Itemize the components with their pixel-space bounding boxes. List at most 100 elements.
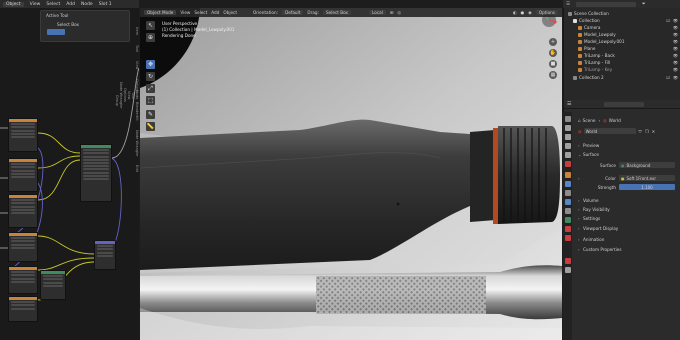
image-texture-node[interactable]	[8, 296, 38, 322]
vp-menu-add[interactable]: Add	[211, 10, 219, 15]
shield-icon[interactable]: ⛉	[639, 129, 642, 134]
outliner-item-collection-2[interactable]: Collection 2 ☑ 👁	[564, 74, 680, 81]
section-viewport-display[interactable]: › Viewport Display	[578, 224, 678, 232]
pan-button[interactable]: ✋	[549, 49, 557, 57]
select-tool-button[interactable]: ↖	[146, 21, 155, 30]
node-menu-view[interactable]: View	[30, 2, 41, 7]
measure-tool-button[interactable]: 📏	[146, 122, 155, 131]
outliner-item-plane[interactable]: Plane 👁	[564, 45, 680, 52]
properties-search-input[interactable]	[604, 102, 644, 107]
texture-tab-icon[interactable]	[564, 235, 571, 241]
eye-icon[interactable]: 👁	[673, 46, 678, 51]
vp-menu-select[interactable]: Select	[194, 10, 207, 15]
vp-tab-edit[interactable]: Edit	[135, 166, 139, 173]
breadcrumb-scene[interactable]: Scene	[583, 118, 596, 123]
modifier-tab-icon[interactable]	[564, 181, 571, 187]
move-tool-button[interactable]: ✥	[146, 60, 155, 69]
close-icon[interactable]: ✕	[652, 129, 656, 134]
orientation-dropdown[interactable]: Default	[282, 10, 304, 15]
node-menu-node[interactable]: Node	[81, 2, 93, 7]
transform-tool-button[interactable]: ⬚	[146, 96, 155, 105]
scene-tab-icon[interactable]	[564, 152, 571, 158]
checkbox-icon[interactable]: ☑	[666, 18, 670, 23]
section-preview[interactable]: › Preview	[578, 141, 678, 149]
strength-field[interactable]: 1.100	[619, 184, 675, 190]
drag-dropdown[interactable]: Select Box	[322, 10, 352, 15]
object-mode-dropdown[interactable]: Object Mode	[144, 10, 177, 15]
image-texture-node[interactable]	[8, 158, 38, 192]
shading-solid-icon[interactable]: ●	[521, 10, 525, 15]
color-texture-field[interactable]: ● Soft 1Front.exr	[619, 175, 675, 181]
options-dropdown[interactable]: Options	[535, 10, 558, 15]
section-ray-visibility[interactable]: › Ray Visibility	[578, 205, 678, 213]
eye-icon[interactable]: 👁	[673, 39, 678, 44]
snap-icon[interactable]: ⊞	[390, 10, 394, 15]
vp-menu-object[interactable]: Object	[223, 10, 237, 15]
view-layer-tab-icon[interactable]	[564, 143, 571, 149]
cursor-tool-button[interactable]: ⊕	[146, 33, 155, 42]
surface-shader-field[interactable]: ● Background	[619, 162, 675, 168]
section-volume[interactable]: › Volume	[578, 196, 678, 204]
vp-tab-node-wrangler[interactable]: Node Wrangler	[135, 130, 139, 157]
eye-icon[interactable]: 👁	[673, 18, 678, 23]
annotate-tool-button[interactable]: ✎	[146, 110, 155, 119]
eye-icon[interactable]: 👁	[673, 67, 678, 72]
outliner-editor-icon[interactable]: ☰	[566, 2, 570, 7]
physics-tab-icon[interactable]	[564, 199, 571, 205]
particles-tab-icon[interactable]	[564, 190, 571, 196]
world-browse-icon[interactable]: ◍	[578, 129, 582, 134]
3d-viewport[interactable]: User Perspective (1) Collection | Model_…	[140, 8, 562, 340]
outliner-item-trilamp-back[interactable]: TriLamp - Back 👁	[564, 52, 680, 59]
filter-icon[interactable]: ⏷	[642, 1, 646, 7]
breadcrumb-world[interactable]: World	[609, 118, 621, 123]
pivot-dropdown[interactable]: Local	[369, 10, 386, 15]
select-mode-icon[interactable]	[47, 29, 65, 35]
node-menu-add[interactable]: Add	[66, 2, 75, 7]
proportional-icon[interactable]: ◎	[397, 10, 401, 15]
outliner-item-trilamp-fill[interactable]: TriLamp - Fill 👁	[564, 59, 680, 66]
outliner-item-camera[interactable]: Camera 👁	[564, 24, 680, 31]
normal-map-node[interactable]	[94, 240, 116, 270]
image-texture-node[interactable]	[8, 232, 38, 262]
vp-tab-blenderkit[interactable]: BlenderKit	[135, 102, 139, 121]
outliner-item-model-lowpoly-001[interactable]: Model_Lowpoly.001 👁	[564, 38, 680, 45]
node-editor[interactable]: Node Tool View Options Node Wrangler Gro…	[0, 8, 139, 340]
checkbox-icon[interactable]: ☑	[666, 75, 670, 80]
active-tool-title[interactable]: Active Tool	[46, 13, 68, 18]
expand-color-icon[interactable]: ›	[578, 176, 586, 181]
rotate-tool-button[interactable]: ↻	[146, 72, 155, 81]
tool-tab-icon[interactable]	[564, 116, 571, 122]
world-tab-icon[interactable]	[564, 161, 571, 167]
eye-icon[interactable]: 👁	[673, 60, 678, 65]
section-settings[interactable]: › Settings	[578, 214, 678, 222]
render-tab-icon[interactable]	[564, 125, 571, 131]
node-menu-select[interactable]: Select	[46, 2, 60, 7]
vp-tab-options[interactable]: Options	[135, 79, 139, 93]
object-tab-icon[interactable]	[564, 172, 571, 178]
section-surface[interactable]: ⌄ Surface	[578, 150, 678, 158]
outliner-search-input[interactable]	[576, 1, 637, 7]
mix-node[interactable]	[40, 270, 66, 300]
scale-tool-button[interactable]: ⤢	[146, 84, 155, 93]
vp-menu-view[interactable]: View	[180, 10, 190, 15]
eye-icon[interactable]: 👁	[673, 53, 678, 58]
shading-render-icon[interactable]: ◉	[528, 10, 532, 15]
vp-tab-item[interactable]: Item	[135, 27, 139, 35]
principled-bsdf-node[interactable]	[80, 144, 112, 202]
output-tab-icon[interactable]	[564, 134, 571, 140]
image-texture-node[interactable]	[8, 266, 38, 294]
eye-icon[interactable]: 👁	[673, 32, 678, 37]
image-texture-node[interactable]	[8, 194, 38, 228]
world-name-field[interactable]: World	[583, 128, 636, 134]
copy-icon[interactable]: ❐	[645, 129, 649, 134]
perspective-toggle-button[interactable]: ▦	[549, 71, 557, 79]
overlay-icon[interactable]: ◐	[513, 10, 517, 15]
slot-dropdown[interactable]: Slot 1	[99, 2, 112, 7]
material-tab-icon[interactable]	[564, 226, 571, 232]
properties-editor-icon[interactable]: ☰	[567, 101, 571, 107]
constraints-tab-icon[interactable]	[564, 208, 571, 214]
select-box-label[interactable]: Select Box	[57, 22, 79, 27]
section-custom-properties[interactable]: › Custom Properties	[578, 245, 678, 253]
node-editor-mode-dropdown[interactable]: Object	[3, 1, 24, 7]
eye-icon[interactable]: 👁	[673, 25, 678, 30]
